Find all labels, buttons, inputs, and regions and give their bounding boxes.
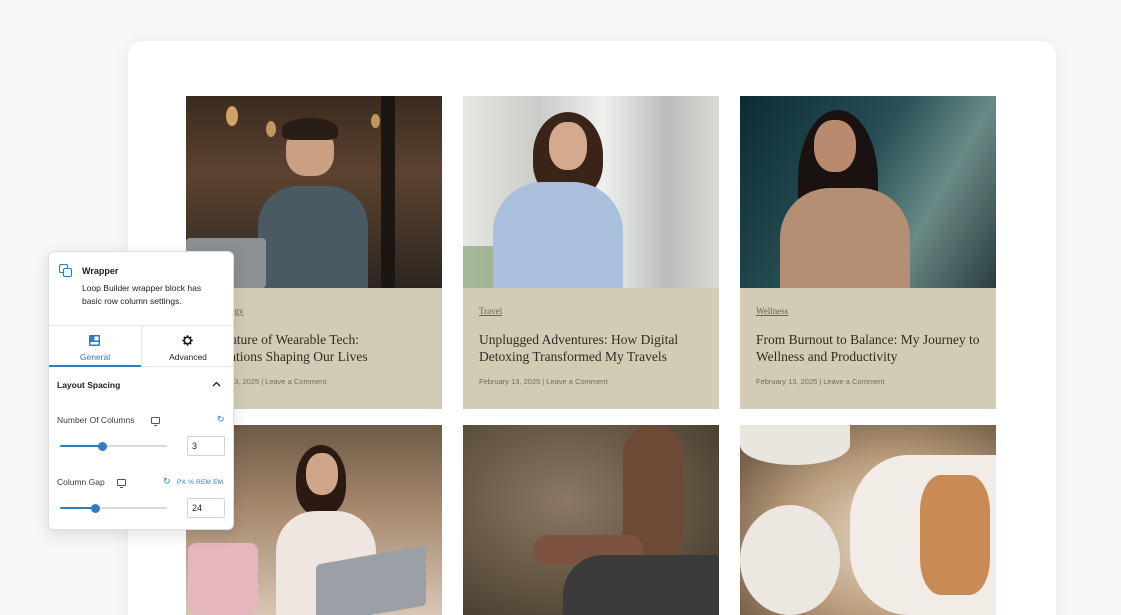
unit-em[interactable]: EM (213, 479, 223, 486)
gear-icon (182, 335, 193, 346)
post-meta: 23, 2025 | Leave a Comment (230, 377, 327, 386)
tab-label: General (79, 352, 111, 362)
column-gap-slider[interactable] (60, 503, 167, 513)
post-body: Wellness From Burnout to Balance: My Jou… (740, 288, 996, 409)
post-category[interactable]: Travel (479, 306, 703, 316)
post-category[interactable]: Wellness (756, 306, 980, 316)
desktop-device-icon[interactable] (151, 417, 160, 426)
columns-input[interactable]: 3 (187, 436, 225, 456)
desktop-device-icon[interactable] (117, 479, 126, 488)
reset-icon[interactable]: ↻ (217, 414, 225, 425)
post-card[interactable]: Wellness From Burnout to Balance: My Jou… (740, 96, 996, 409)
post-image[interactable] (463, 425, 719, 615)
post-category[interactable]: ogy (202, 306, 426, 316)
layout-icon (89, 335, 100, 346)
unit-px[interactable]: PX (177, 479, 186, 486)
post-body: Travel Unplugged Adventures: How Digital… (463, 288, 719, 409)
comment-link[interactable]: Leave a Comment (823, 377, 884, 386)
unit-selector[interactable]: PX% REM EM (177, 479, 225, 486)
post-title[interactable]: Unplugged Adventures: How Digital Detoxi… (479, 331, 703, 365)
tab-label: Advanced (169, 352, 207, 362)
post-date[interactable]: February 13, 2025 (479, 377, 540, 386)
settings-tabs: General Advanced (49, 325, 233, 367)
post-title[interactable]: uture of Wearable Tech: ations Shaping O… (202, 331, 426, 365)
comment-link[interactable]: Leave a Comment (546, 377, 607, 386)
block-title: Wrapper (82, 266, 119, 276)
post-image[interactable] (463, 96, 719, 288)
post-card[interactable] (463, 425, 719, 615)
post-title[interactable]: From Burnout to Balance: My Journey to W… (756, 331, 980, 365)
post-date[interactable]: 23, 2025 (230, 377, 259, 386)
post-card[interactable]: Travel Unplugged Adventures: How Digital… (463, 96, 719, 409)
reset-icon[interactable]: ↻ (163, 476, 171, 487)
unit-rem[interactable]: REM (196, 479, 211, 486)
column-gap-input[interactable]: 24 (187, 498, 225, 518)
post-date[interactable]: February 13, 2025 (756, 377, 817, 386)
column-gap-label: Column Gap (57, 477, 105, 487)
post-meta: February 13, 2025 | Leave a Comment (479, 377, 608, 386)
columns-slider[interactable] (60, 441, 167, 451)
post-card[interactable] (740, 425, 996, 615)
tab-general[interactable]: General (49, 326, 141, 367)
unit-percent[interactable]: % (188, 479, 194, 486)
block-description: Loop Builder wrapper block has basic row… (82, 283, 202, 306)
wrapper-block-icon (59, 264, 72, 277)
tab-advanced[interactable]: Advanced (141, 326, 233, 367)
slider-handle[interactable] (90, 503, 100, 513)
panel-header: Wrapper Loop Builder wrapper block has b… (49, 252, 233, 325)
columns-label: Number Of Columns (57, 415, 135, 425)
post-image[interactable] (740, 96, 996, 288)
section-toggle-layout-spacing[interactable]: Layout Spacing (57, 378, 225, 392)
chevron-up-icon (212, 381, 221, 387)
block-settings-panel: Wrapper Loop Builder wrapper block has b… (48, 251, 234, 530)
slider-handle[interactable] (98, 441, 108, 451)
post-image[interactable] (740, 425, 996, 615)
post-meta: February 13, 2025 | Leave a Comment (756, 377, 885, 386)
comment-link[interactable]: Leave a Comment (265, 377, 326, 386)
section-title: Layout Spacing (57, 380, 121, 390)
